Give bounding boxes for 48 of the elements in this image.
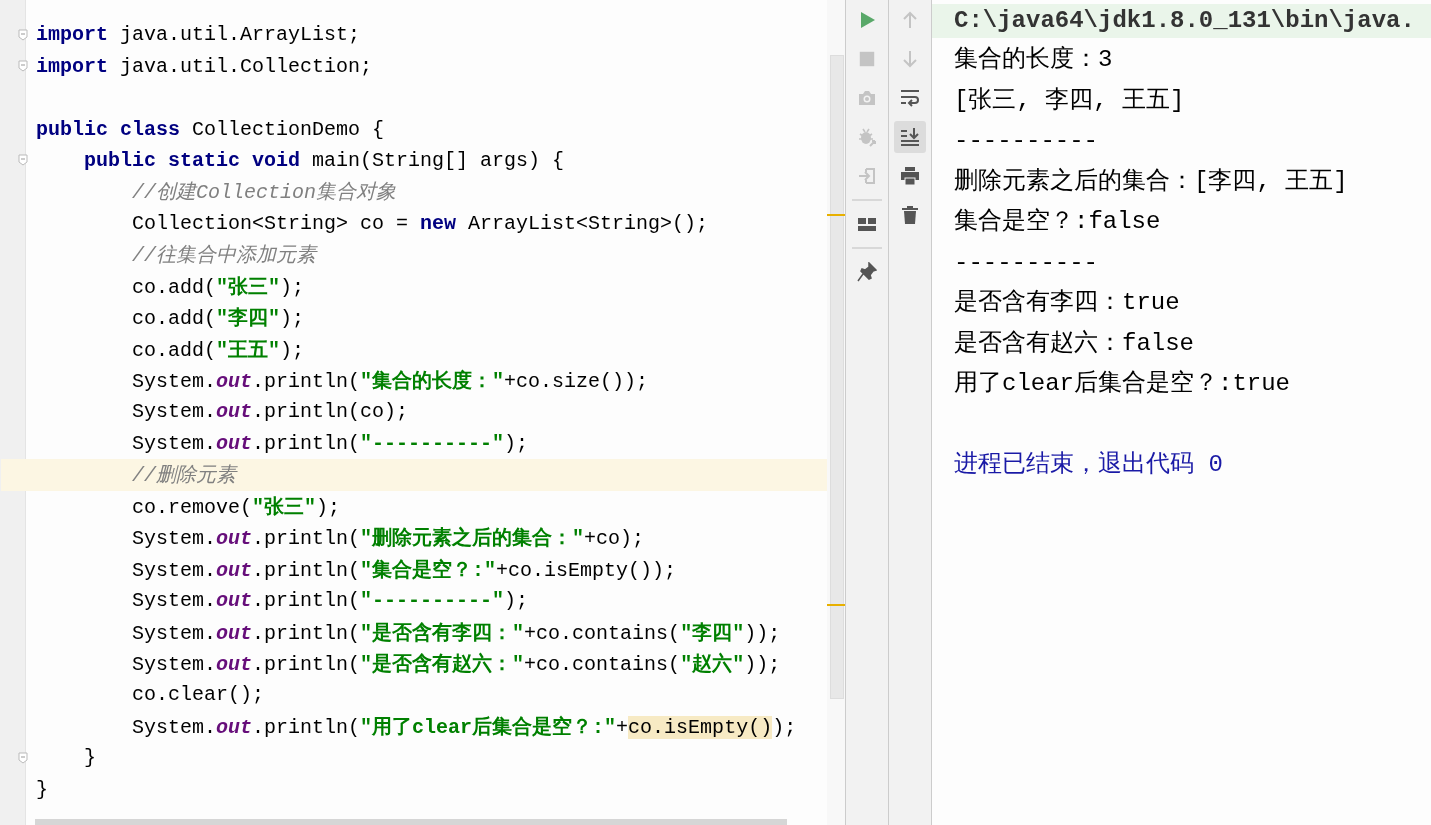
horizontal-scrollbar[interactable] [35, 819, 787, 825]
code-editor[interactable] [0, 0, 845, 825]
code-line: public class CollectionDemo { [36, 117, 385, 141]
fold-marker-icon[interactable] [18, 154, 28, 167]
code-line: co.add("李四"); [131, 306, 305, 332]
warning-marker[interactable] [827, 214, 845, 216]
console-output-line: ---------- [954, 126, 1100, 156]
code-line: //创建Collection集合对象 [131, 180, 397, 206]
code-line: co.remove("张三"); [131, 494, 341, 520]
code-line: co.clear(); [131, 683, 265, 707]
code-line: Collection<String> co = new ArrayList<String>(); [131, 211, 709, 235]
code-line: System.out.println("集合是空？:"+co.isEmpty()); [131, 557, 677, 583]
code-line: import java.util.ArrayList; [36, 23, 361, 47]
trash-icon[interactable] [900, 205, 920, 225]
console-output-line: [张三, 李四, 王五] [954, 85, 1186, 116]
code-line: //删除元素 [131, 463, 237, 489]
console-output-line: ---------- [954, 247, 1100, 278]
code-line: System.out.println("----------"); [131, 431, 529, 455]
fold-marker-icon[interactable] [18, 751, 28, 764]
exit-message: 进程已结束，退出代码 0 [954, 450, 1224, 480]
code-line: System.out.println("删除元素之后的集合："+co); [131, 525, 645, 552]
console-output-line: 用了clear后集合是空？:true [954, 369, 1292, 399]
code-line: System.out.println("用了clear后集合是空？:"+co.isEmpty()); [131, 714, 797, 740]
code-line: System.out.println("是否含有李四："+co.contains("李四")); [131, 620, 781, 646]
console-output-line: 集合是空？:false [954, 207, 1162, 237]
code-line: //往集合中添加元素 [131, 243, 317, 269]
code-line: } [83, 746, 96, 770]
console-output-line: 是否含有赵六：false [954, 328, 1195, 359]
console-output-line: 集合的长度：3 [954, 45, 1114, 75]
console-output-line: 是否含有李四：true [954, 288, 1181, 318]
code-line: System.out.println("是否含有赵六："+co.contains("赵六")); [131, 651, 781, 677]
code-line: co.add("王五"); [131, 337, 305, 363]
scroll-to-end-icon[interactable] [900, 127, 920, 147]
console-output-line: 删除元素之后的集合：[李四, 王五] [954, 166, 1349, 197]
code-line: System.out.println(co); [131, 400, 409, 424]
soft-wrap-icon[interactable] [900, 88, 920, 108]
warning-marker[interactable] [827, 604, 845, 606]
code-line: System.out.println("集合的长度："+co.size()); [131, 368, 649, 395]
code-line: System.out.println("----------"); [131, 589, 529, 613]
pin-icon[interactable] [857, 262, 877, 282]
scrollbar[interactable] [827, 0, 845, 825]
fold-marker-icon[interactable] [18, 60, 28, 73]
code-line: co.add("张三"); [131, 274, 305, 300]
printer-icon[interactable] [900, 166, 920, 186]
code-line: import java.util.Collection; [36, 54, 373, 78]
code-line: } [36, 777, 48, 801]
fold-marker-icon[interactable] [18, 28, 28, 41]
code-line: public static void main(String[] args) { [83, 148, 565, 172]
